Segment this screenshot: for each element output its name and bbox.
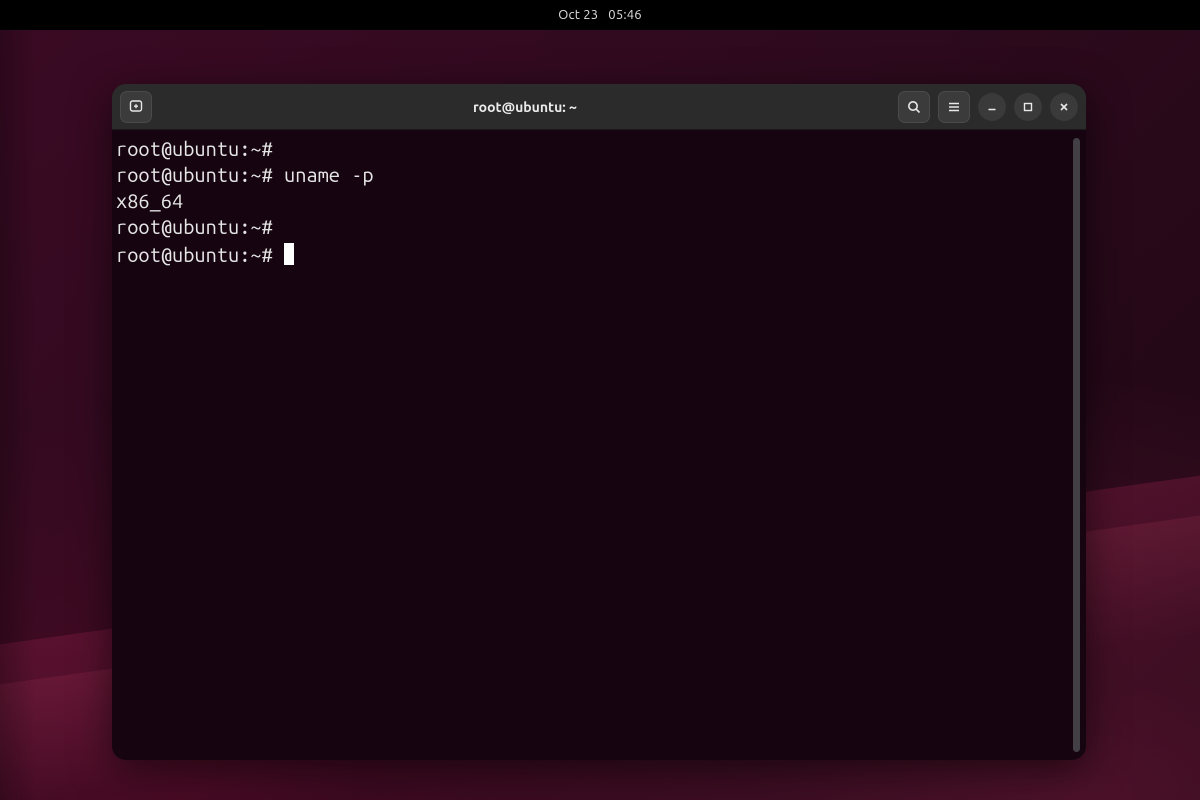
close-icon [1057, 100, 1071, 114]
clock[interactable]: Oct 23 05:46 [558, 8, 642, 22]
terminal-prompt-line: root@ubuntu:~# [116, 136, 1071, 162]
search-icon [906, 99, 922, 115]
new-tab-button[interactable] [120, 91, 152, 123]
terminal-prompt-line: root@ubuntu:~# uname -p [116, 162, 1071, 188]
terminal-prompt-line: root@ubuntu:~# [116, 240, 1071, 268]
window-title: root@ubuntu: ~ [160, 99, 890, 115]
window-titlebar[interactable]: root@ubuntu: ~ [112, 84, 1086, 130]
scrollbar-thumb[interactable] [1073, 138, 1080, 752]
maximize-button[interactable] [1014, 93, 1042, 121]
terminal-prompt: root@ubuntu:~# [116, 163, 284, 186]
maximize-icon [1021, 100, 1035, 114]
terminal-viewport[interactable]: root@ubuntu:~# root@ubuntu:~# uname -px8… [112, 130, 1086, 760]
clock-time: 05:46 [608, 8, 642, 22]
minimize-icon [985, 100, 999, 114]
terminal-command: uname -p [284, 163, 374, 186]
scrollbar-vertical[interactable] [1073, 138, 1080, 752]
terminal-prompt: root@ubuntu:~# [116, 243, 284, 266]
minimize-button[interactable] [978, 93, 1006, 121]
wallpaper-shape [0, 0, 36, 800]
terminal-cursor [284, 243, 294, 265]
new-tab-icon [128, 99, 144, 115]
top-bar: Oct 23 05:46 [0, 0, 1200, 30]
terminal-prompt: root@ubuntu:~# [116, 215, 284, 238]
terminal-window: root@ubuntu: ~ [112, 84, 1086, 760]
terminal-output-line: x86_64 [116, 188, 1071, 214]
terminal-output: x86_64 [116, 189, 183, 212]
clock-date: Oct 23 [558, 8, 598, 22]
search-button[interactable] [898, 91, 930, 123]
terminal-prompt-line: root@ubuntu:~# [116, 214, 1071, 240]
hamburger-icon [946, 99, 962, 115]
terminal-prompt: root@ubuntu:~# [116, 137, 284, 160]
terminal-content[interactable]: root@ubuntu:~# root@ubuntu:~# uname -px8… [116, 134, 1073, 756]
menu-button[interactable] [938, 91, 970, 123]
close-button[interactable] [1050, 93, 1078, 121]
